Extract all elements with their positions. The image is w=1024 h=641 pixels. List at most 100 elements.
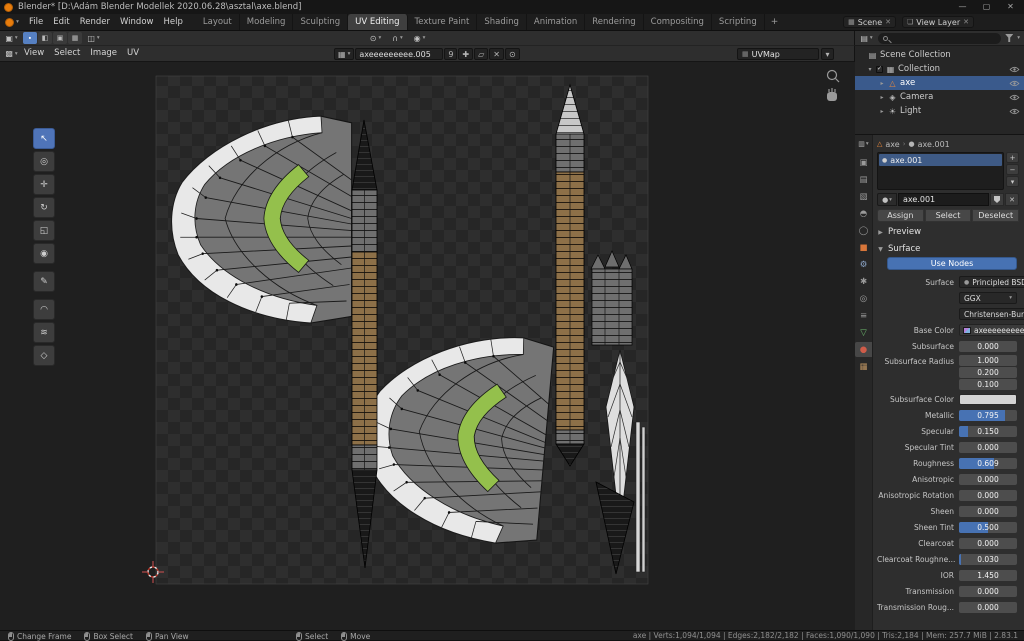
menu-item[interactable]: Help [158, 14, 187, 30]
breadcrumb-material[interactable]: axe.001 [918, 140, 950, 149]
property-value-slider[interactable]: 0.000 [959, 538, 1017, 549]
view-layer-unlink-icon[interactable]: ✕ [963, 18, 969, 26]
tool-button[interactable]: ◱ [33, 220, 55, 241]
tool-button[interactable]: ↻ [33, 197, 55, 218]
unlink-image-button[interactable]: ✕ [489, 48, 504, 60]
workspace-tab[interactable]: UV Editing [348, 14, 407, 30]
tool-button[interactable]: ↖ [33, 128, 55, 149]
uv-select-mode-button[interactable]: ▣ [53, 32, 67, 44]
preview-panel-header[interactable]: ▶ Preview [877, 225, 1019, 239]
surface-panel-header[interactable]: ▼ Surface [877, 242, 1019, 256]
properties-tab[interactable]: ▤ [855, 172, 872, 187]
uv-canvas-svg[interactable] [0, 62, 855, 630]
image-name-field[interactable]: axeeeeeeeee.005 [355, 48, 443, 60]
tool-button[interactable]: ◎ [33, 151, 55, 172]
close-button[interactable]: ✕ [1001, 0, 1020, 14]
image-users-button[interactable]: 9 [444, 48, 457, 60]
outliner-row[interactable]: ▸ △ axe [855, 76, 1024, 90]
open-image-button[interactable]: ▱ [474, 48, 488, 60]
menu-item[interactable]: Edit [48, 14, 74, 30]
properties-tab[interactable]: ◓ [855, 206, 872, 221]
minimize-button[interactable]: — [953, 0, 972, 14]
image-browse-button[interactable]: ▦▾ [334, 48, 354, 60]
proportional-edit-dropdown[interactable]: ◉▾ [412, 32, 427, 44]
uv-editor-menu[interactable]: UV [122, 46, 144, 61]
uv-editor-menu[interactable]: Image [85, 46, 122, 61]
unlink-material-button[interactable]: ✕ [1005, 193, 1019, 206]
tool-button[interactable]: ◉ [33, 243, 55, 264]
surface-shader-dropdown[interactable]: ●Principled BSDF [959, 276, 1024, 288]
pivot-point-dropdown[interactable]: ⊙▾ [368, 32, 383, 44]
menu-item[interactable]: Render [75, 14, 115, 30]
radius-r-field[interactable]: 1.000 [959, 355, 1017, 366]
subsurface-color-swatch[interactable] [959, 394, 1017, 405]
uv-editor-menu[interactable]: Select [49, 46, 85, 61]
property-value-slider[interactable]: 0.000 [959, 586, 1017, 597]
menu-item[interactable]: Window [115, 14, 159, 30]
properties-tab[interactable]: ◯ [855, 223, 872, 238]
property-value-slider[interactable]: 0.150 [959, 426, 1017, 437]
uv-canvas[interactable]: ↖ ◎ ✛ ↻ ◱ ◉ ✎ ◠ ≋ ◇ [0, 62, 855, 630]
properties-tab[interactable]: ▦ [855, 359, 872, 374]
use-nodes-button[interactable]: Use Nodes [887, 257, 1017, 270]
properties-editor-type-button[interactable]: ▥▾ [856, 137, 872, 150]
base-color-texture-widget[interactable]: axeeeeeeeee.003✕ [959, 324, 1024, 336]
properties-tab[interactable]: ✱ [855, 274, 872, 289]
radius-b-field[interactable]: 0.100 [959, 379, 1017, 390]
property-value-slider[interactable]: 0.000 [959, 602, 1017, 613]
workspace-tab[interactable]: Animation [527, 14, 585, 30]
expand-caret-icon[interactable]: ▸ [879, 108, 885, 115]
workspace-tab[interactable]: Texture Paint [408, 14, 478, 30]
distribution-dropdown[interactable]: GGX▾ [959, 292, 1017, 304]
tool-button[interactable]: ✛ [33, 174, 55, 195]
subsurface-method-dropdown[interactable]: Christensen-Burley▾ [959, 308, 1024, 320]
scene-selector[interactable]: ▦ Scene ✕ [843, 16, 896, 28]
browse-material-button[interactable]: ●▾ [877, 193, 897, 206]
uv-select-mode-button[interactable]: ▦ [68, 32, 82, 44]
properties-tab[interactable]: ◎ [855, 291, 872, 306]
editor-type-button[interactable]: ▣▾ [4, 32, 19, 44]
sticky-select-button[interactable]: ◫▾ [86, 32, 101, 44]
uv-island-handle-1[interactable] [352, 120, 377, 568]
property-value-slider[interactable]: 0.000 [959, 506, 1017, 517]
new-image-button[interactable]: ✚ [458, 48, 473, 60]
material-action-button[interactable]: Deselect [972, 209, 1019, 222]
material-slot-row[interactable]: ● axe.001 [879, 154, 1002, 166]
tool-button[interactable]: ◠ [33, 299, 55, 320]
material-slot-list[interactable]: ● axe.001 [877, 152, 1004, 190]
expand-caret-icon[interactable]: ▸ [879, 94, 885, 101]
uv-editor-menu[interactable]: View [19, 46, 49, 61]
add-workspace-button[interactable]: + [765, 14, 785, 30]
property-value-slider[interactable]: 0.000 [959, 490, 1017, 501]
menu-item[interactable]: File [24, 14, 48, 30]
properties-tab[interactable]: ■ [855, 240, 872, 255]
uv-map-options-button[interactable]: ▾ [821, 48, 834, 60]
properties-tab[interactable]: ≡ [855, 308, 872, 323]
properties-tab[interactable]: ▽ [855, 325, 872, 340]
property-value-slider[interactable]: 0.500 [959, 522, 1017, 533]
visibility-eye-icon[interactable] [1009, 94, 1020, 101]
uv-editor-type-button[interactable]: ▩▾ [4, 48, 19, 60]
outliner-row[interactable]: ▤ Scene Collection [855, 48, 1024, 62]
material-action-button[interactable]: Select [925, 209, 972, 222]
workspace-tab[interactable]: Sculpting [293, 14, 348, 30]
radius-g-field[interactable]: 0.200 [959, 367, 1017, 378]
workspace-tab[interactable]: Shading [477, 14, 527, 30]
scene-unlink-icon[interactable]: ✕ [885, 18, 891, 26]
properties-tab[interactable]: ▧ [855, 189, 872, 204]
property-value-slider[interactable]: 0.000 [959, 442, 1017, 453]
add-slot-button[interactable]: + [1006, 152, 1019, 163]
property-value-slider[interactable]: 0.000 [959, 474, 1017, 485]
tool-button[interactable]: ≋ [33, 322, 55, 343]
filter-icon[interactable] [1005, 34, 1013, 42]
tool-button[interactable]: ◇ [33, 345, 55, 366]
pin-icon[interactable]: ⊙ [505, 48, 520, 60]
property-value-slider[interactable]: 1.450 [959, 570, 1017, 581]
visibility-eye-icon[interactable] [1009, 66, 1020, 73]
workspace-tab[interactable]: Layout [196, 14, 240, 30]
fake-user-shield-icon[interactable] [990, 193, 1004, 206]
workspace-tab[interactable]: Compositing [644, 14, 712, 30]
breadcrumb-object[interactable]: axe [885, 140, 899, 149]
material-action-button[interactable]: Assign [877, 209, 924, 222]
subsurface-slider[interactable]: 0.000 [959, 341, 1017, 352]
